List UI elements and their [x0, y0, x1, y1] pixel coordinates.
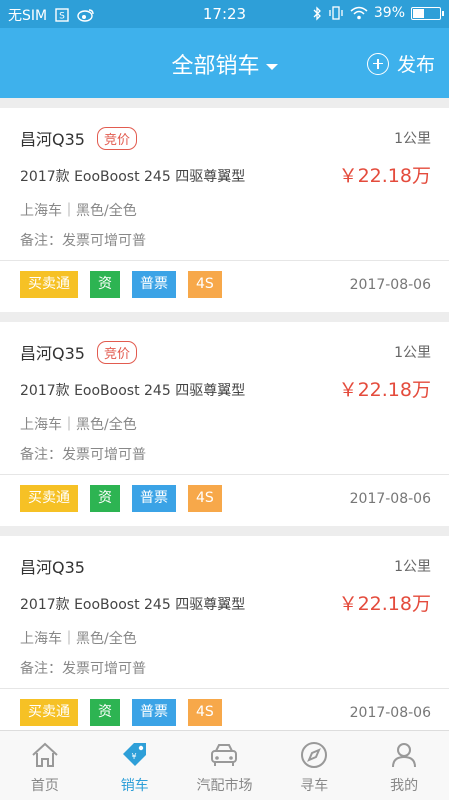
tab-label: 销车	[120, 778, 149, 794]
listing-card[interactable]: 昌河Q35 竞价 1公里 2017款 EooBoost 245 四驱尊翼型 ￥2…	[0, 322, 449, 526]
tag-invoice: 普票	[132, 271, 176, 298]
tab-label: 寻车	[300, 778, 329, 794]
tab-find-car[interactable]: 寻车	[269, 731, 359, 800]
status-bar: 无SIM S 17:23 39%	[0, 0, 449, 28]
listing-price: ￥22.18万	[338, 593, 431, 615]
divider	[0, 474, 449, 475]
divider	[0, 688, 449, 689]
tab-sell[interactable]: ¥ 销车	[90, 731, 180, 800]
svg-text:¥: ¥	[131, 752, 136, 761]
listing-distance: 1公里	[394, 559, 431, 575]
listing-distance: 1公里	[394, 131, 431, 147]
listing-note: 备注：发票可增可普	[20, 233, 146, 249]
compass-icon	[301, 742, 328, 768]
battery-percent: 39%	[373, 5, 405, 21]
sell-tag-icon: ¥	[122, 743, 146, 766]
user-icon	[392, 743, 417, 768]
listing-tags: 买卖通 资 普票 4S	[20, 485, 222, 512]
tag-4s: 4S	[188, 699, 222, 726]
listing-price: ￥22.18万	[338, 379, 431, 401]
listing-model: 昌河Q35	[20, 558, 85, 577]
tab-label: 汽配市场	[196, 778, 253, 794]
tag-zi: 资	[90, 485, 120, 512]
caret-down-icon	[265, 64, 278, 70]
listing-price: ￥22.18万	[338, 165, 431, 187]
tag-maimaitong: 买卖通	[20, 699, 78, 726]
tab-label: 我的	[390, 778, 419, 794]
listing-note: 备注：发票可增可普	[20, 447, 146, 463]
tag-4s: 4S	[188, 485, 222, 512]
vibrate-icon	[328, 6, 344, 20]
home-icon	[32, 742, 58, 767]
bid-badge: 竞价	[96, 340, 137, 364]
divider	[0, 260, 449, 261]
tag-zi: 资	[90, 271, 120, 298]
listing-tags: 买卖通 资 普票 4S	[20, 699, 222, 726]
tab-label: 首页	[30, 778, 59, 794]
listing-distance: 1公里	[394, 345, 431, 361]
bottom-tab-bar: 首页 ¥ 销车 汽配市场 寻车 我的	[0, 730, 449, 800]
listing-date: 2017-08-06	[349, 705, 431, 721]
listing-config: 2017款 EooBoost 245 四驱尊翼型	[20, 383, 246, 399]
bluetooth-icon	[312, 5, 322, 21]
tag-maimaitong: 买卖通	[20, 485, 78, 512]
tab-home[interactable]: 首页	[0, 731, 90, 800]
plus-circle-icon	[366, 52, 389, 75]
listing-config: 2017款 EooBoost 245 四驱尊翼型	[20, 597, 246, 613]
bid-badge: 竞价	[96, 126, 137, 150]
car-icon	[211, 744, 238, 766]
listing-date: 2017-08-06	[349, 277, 431, 293]
listing-list: 昌河Q35 竞价 1公里 2017款 EooBoost 245 四驱尊翼型 ￥2…	[0, 108, 449, 750]
listing-origin: 上海车｜黑色/全色	[20, 417, 137, 433]
tag-invoice: 普票	[132, 699, 176, 726]
listing-date: 2017-08-06	[349, 491, 431, 507]
tag-invoice: 普票	[132, 485, 176, 512]
wifi-icon	[350, 6, 368, 20]
listing-note: 备注：发票可增可普	[20, 661, 146, 677]
publish-button[interactable]: 发布	[366, 50, 435, 77]
listing-card[interactable]: 昌河Q35 1公里 2017款 EooBoost 245 四驱尊翼型 ￥22.1…	[0, 536, 449, 740]
tag-4s: 4S	[188, 271, 222, 298]
listing-model: 昌河Q35	[20, 344, 85, 363]
listing-origin: 上海车｜黑色/全色	[20, 631, 137, 647]
listing-origin: 上海车｜黑色/全色	[20, 203, 137, 219]
tab-parts-market[interactable]: 汽配市场	[180, 731, 270, 800]
publish-label: 发布	[396, 54, 435, 76]
tag-zi: 资	[90, 699, 120, 726]
listing-model: 昌河Q35	[20, 130, 85, 149]
listing-card[interactable]: 昌河Q35 竞价 1公里 2017款 EooBoost 245 四驱尊翼型 ￥2…	[0, 108, 449, 312]
header-bar: 全部销车 发布	[0, 28, 449, 98]
listing-config: 2017款 EooBoost 245 四驱尊翼型	[20, 169, 246, 185]
tag-maimaitong: 买卖通	[20, 271, 78, 298]
listing-tags: 买卖通 资 普票 4S	[20, 271, 222, 298]
page-title: 全部销车	[171, 54, 260, 79]
battery-icon	[411, 6, 444, 20]
tab-mine[interactable]: 我的	[359, 731, 449, 800]
